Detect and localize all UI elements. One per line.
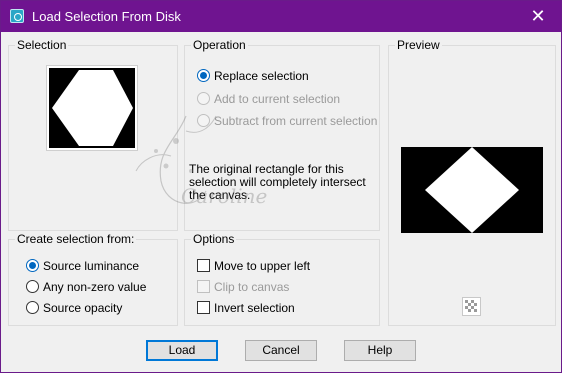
checkbox[interactable] [197, 280, 210, 293]
load-button[interactable]: Load [146, 340, 218, 361]
preview-image [401, 147, 543, 233]
watermark-logo: Caroline [135, 115, 267, 208]
radio-label: Replace selection [214, 69, 309, 83]
radio-button[interactable] [197, 92, 210, 105]
cancel-button[interactable]: Cancel [245, 340, 317, 361]
radio-button[interactable] [197, 69, 210, 82]
radio-label: Any non-zero value [43, 280, 147, 294]
checkbox[interactable] [197, 301, 210, 314]
dialog-window: Load Selection From Disk ✕ Selection Ope… [0, 0, 562, 373]
checkbox[interactable] [197, 259, 210, 272]
radio-button[interactable] [26, 301, 39, 314]
app-icon [10, 9, 24, 23]
checkbox-label: Clip to canvas [214, 280, 290, 294]
checkbox-label: Move to upper left [214, 259, 311, 273]
radio-label: Add to current selection [214, 92, 341, 106]
radio-label: Source opacity [43, 301, 123, 315]
radio-label: Source luminance [43, 259, 140, 273]
window-title: Load Selection From Disk [32, 9, 181, 24]
preview-group-label: Preview [395, 38, 442, 52]
checkbox-label: Invert selection [214, 301, 295, 315]
checkerboard-icon[interactable] [462, 297, 481, 316]
selection-group-label: Selection [15, 38, 69, 52]
create-from-group-label: Create selection from: [15, 232, 137, 246]
operation-group-label: Operation [191, 38, 248, 52]
help-button[interactable]: Help [344, 340, 416, 361]
options-group-label: Options [191, 232, 237, 246]
radio-button[interactable] [26, 280, 39, 293]
close-button[interactable]: ✕ [515, 1, 561, 32]
title-bar[interactable]: Load Selection From Disk ✕ [1, 1, 561, 32]
watermark-text: Caroline [181, 184, 267, 208]
radio-button[interactable] [26, 259, 39, 272]
